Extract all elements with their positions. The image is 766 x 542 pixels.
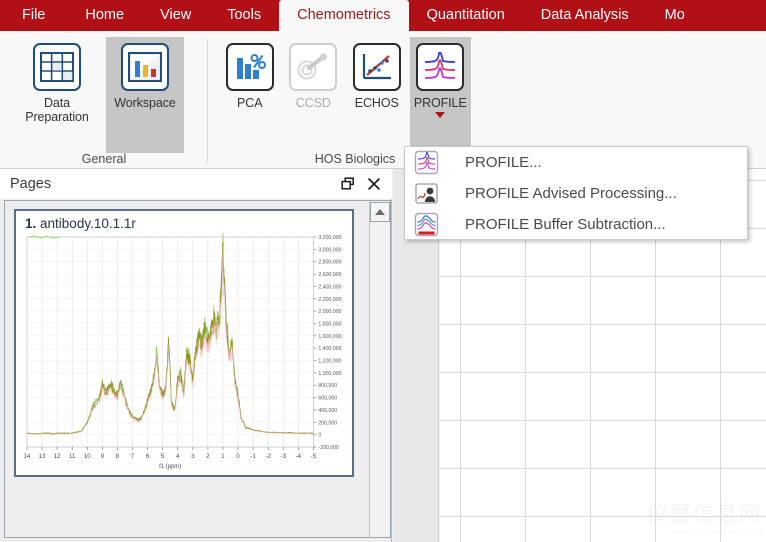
svg-text:6: 6 [146, 453, 150, 460]
ribbon-button-data-preparation[interactable]: Data Preparation [18, 37, 96, 125]
svg-text:1,200,000: 1,200,000 [318, 359, 341, 365]
ribbon-button-label: Data Preparation [18, 96, 96, 125]
watermark-subtext: www.instrument.com.cn [647, 527, 762, 536]
ribbon-tab-home[interactable]: Home [67, 0, 142, 31]
pages-panel: Pages 1. [0, 169, 392, 542]
advisor-person-icon [414, 181, 439, 206]
triangle-up-icon [375, 209, 385, 215]
ribbon-button-label: ECHOS [355, 96, 399, 110]
nmr-spectrum-thumbnail-chart: 14131211109876543210-1-2-3-4-5f1 (ppm)3,… [21, 233, 347, 471]
ribbon-button-echos[interactable]: ECHOS [346, 37, 408, 110]
close-icon[interactable] [367, 177, 381, 191]
ribbon-group-label-general: General [0, 152, 208, 166]
svg-text:10: 10 [84, 453, 91, 460]
ribbon-button-label: PROFILE [414, 96, 467, 110]
ribbon-tab-more[interactable]: Mo [647, 0, 703, 31]
svg-text:1,600,000: 1,600,000 [318, 334, 341, 340]
svg-text:1: 1 [221, 453, 225, 460]
svg-text:2: 2 [206, 453, 210, 460]
svg-text:8: 8 [116, 453, 120, 460]
svg-text:-1: -1 [250, 453, 256, 460]
pages-panel-body: 1. antibody.10.1.1r 14131211109876543210… [4, 200, 388, 538]
ribbon-button-ccsd[interactable]: CCSD [283, 37, 345, 110]
ribbon-tab-view[interactable]: View [142, 0, 209, 31]
svg-text:0: 0 [318, 433, 321, 439]
svg-text:4: 4 [176, 453, 180, 460]
ribbon-tab-tools[interactable]: Tools [209, 0, 279, 31]
menu-item-label: PROFILE Buffer Subtraction... [465, 216, 666, 233]
menu-item-label: PROFILE... [465, 154, 542, 171]
bar-chart-icon [121, 43, 169, 91]
ribbon-button-label: CCSD [296, 96, 331, 110]
ribbon-tab-chemometrics[interactable]: Chemometrics [279, 0, 408, 31]
ribbon-button-workspace[interactable]: Workspace [106, 37, 184, 153]
page-thumbnail-name: antibody.10.1.1r [40, 216, 136, 231]
svg-text:-3: -3 [281, 453, 287, 460]
svg-text:200,000: 200,000 [318, 420, 337, 426]
pca-percent-bar-icon [226, 43, 274, 91]
ribbon-tab-file[interactable]: File [0, 0, 67, 31]
svg-text:-200,000: -200,000 [318, 445, 339, 451]
svg-text:-5: -5 [311, 453, 317, 460]
ribbon-button-label: PCA [237, 96, 262, 110]
svg-text:3,200,000: 3,200,000 [318, 235, 341, 241]
svg-text:11: 11 [69, 453, 76, 460]
svg-text:2,200,000: 2,200,000 [318, 297, 341, 303]
ribbon-tab-data-analysis[interactable]: Data Analysis [523, 0, 647, 31]
svg-text:1,000,000: 1,000,000 [318, 371, 341, 377]
table-grid-icon [33, 43, 81, 91]
page-thumbnail-item[interactable]: 1. antibody.10.1.1r 14131211109876543210… [14, 209, 354, 477]
ribbon-group-divider [207, 39, 208, 163]
menu-item-profile-advised-processing[interactable]: PROFILE Advised Processing... [405, 178, 747, 209]
page-thumbnail-title: 1. antibody.10.1.1r [25, 216, 347, 231]
svg-text:3: 3 [191, 453, 195, 460]
svg-text:-2: -2 [265, 453, 271, 460]
svg-text:2,800,000: 2,800,000 [318, 260, 341, 266]
svg-text:5: 5 [161, 453, 165, 460]
svg-text:0: 0 [236, 453, 240, 460]
pages-panel-scrollbar[interactable] [369, 200, 391, 538]
svg-text:1,800,000: 1,800,000 [318, 321, 341, 327]
ribbon-button-label: Workspace [114, 96, 175, 110]
page-thumbnail-index: 1. [25, 216, 36, 231]
ribbon-button-profile[interactable]: PROFILE [410, 37, 472, 153]
menu-item-profile[interactable]: PROFILE... [405, 147, 747, 178]
menu-item-profile-buffer-subtraction[interactable]: PROFILE Buffer Subtraction... [405, 209, 747, 240]
svg-text:-4: -4 [296, 453, 302, 460]
dropdown-caret-icon[interactable] [435, 112, 445, 118]
scatter-regression-icon [353, 43, 401, 91]
site-watermark: 仪器信息网 www.instrument.com.cn [647, 504, 762, 536]
menu-item-label: PROFILE Advised Processing... [465, 185, 677, 202]
svg-text:2,400,000: 2,400,000 [318, 284, 341, 290]
svg-text:14: 14 [24, 453, 31, 460]
spectra-buffer-icon [414, 212, 439, 237]
restore-window-icon[interactable] [341, 177, 355, 191]
ribbon-group-general: Data Preparation Workspace [0, 31, 208, 169]
svg-text:3,000,000: 3,000,000 [318, 247, 341, 253]
pages-panel-header: Pages [0, 169, 392, 199]
spectra-curves-icon [414, 150, 439, 175]
svg-text:600,000: 600,000 [318, 396, 337, 402]
svg-text:400,000: 400,000 [318, 408, 337, 414]
svg-text:9: 9 [101, 453, 105, 460]
spectra-curves-icon [416, 43, 464, 91]
application-window: File Home View Tools Chemometrics Quanti… [0, 0, 766, 542]
profile-dropdown-menu: PROFILE... PROFILE Advised Processing... [404, 146, 748, 240]
svg-text:12: 12 [54, 453, 61, 460]
svg-text:2,000,000: 2,000,000 [318, 309, 341, 315]
watermark-text: 仪器信息网 [647, 504, 762, 525]
svg-text:2,600,000: 2,600,000 [318, 272, 341, 278]
svg-text:13: 13 [39, 453, 46, 460]
svg-text:f1 (ppm): f1 (ppm) [159, 464, 181, 470]
ribbon-button-pca[interactable]: PCA [219, 37, 281, 110]
svg-text:1,400,000: 1,400,000 [318, 346, 341, 352]
ribbon-tab-bar: File Home View Tools Chemometrics Quanti… [0, 0, 766, 31]
ccsd-target-icon [289, 43, 337, 91]
svg-text:7: 7 [131, 453, 135, 460]
ribbon-tab-quantitation[interactable]: Quantitation [409, 0, 523, 31]
svg-text:800,000: 800,000 [318, 383, 337, 389]
pages-panel-title: Pages [10, 176, 51, 192]
scroll-up-button[interactable] [370, 202, 390, 222]
